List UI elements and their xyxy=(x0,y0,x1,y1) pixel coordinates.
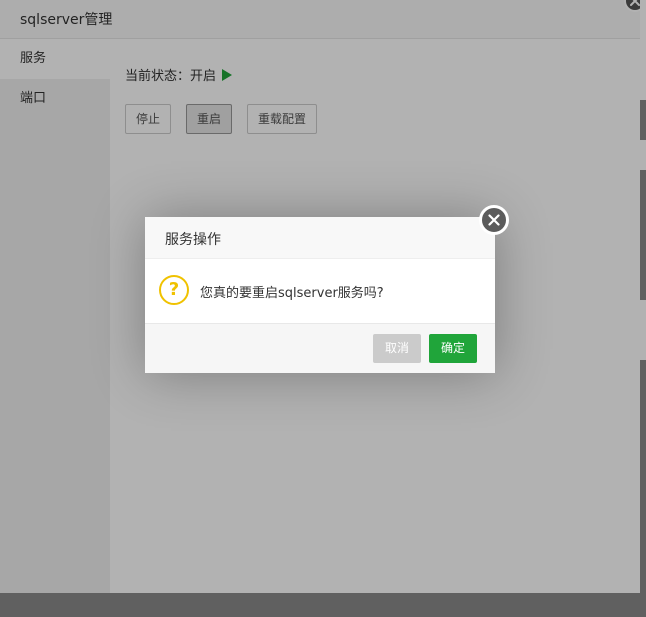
dialog-title: 服务操作 xyxy=(165,232,221,248)
dialog-header: 服务操作 xyxy=(145,217,495,259)
dialog-close-icon[interactable] xyxy=(479,205,509,235)
dialog-footer: 取消 确定 xyxy=(145,323,495,373)
question-icon: ? xyxy=(159,275,189,305)
confirm-button[interactable]: 确定 xyxy=(429,334,477,363)
cancel-button[interactable]: 取消 xyxy=(373,334,421,363)
confirm-dialog: 服务操作 ? 您真的要重启sqlserver服务吗? 取消 确定 xyxy=(145,205,509,373)
dialog-message: 您真的要重启sqlserver服务吗? xyxy=(200,286,384,301)
dialog-body: ? 您真的要重启sqlserver服务吗? xyxy=(145,259,495,323)
